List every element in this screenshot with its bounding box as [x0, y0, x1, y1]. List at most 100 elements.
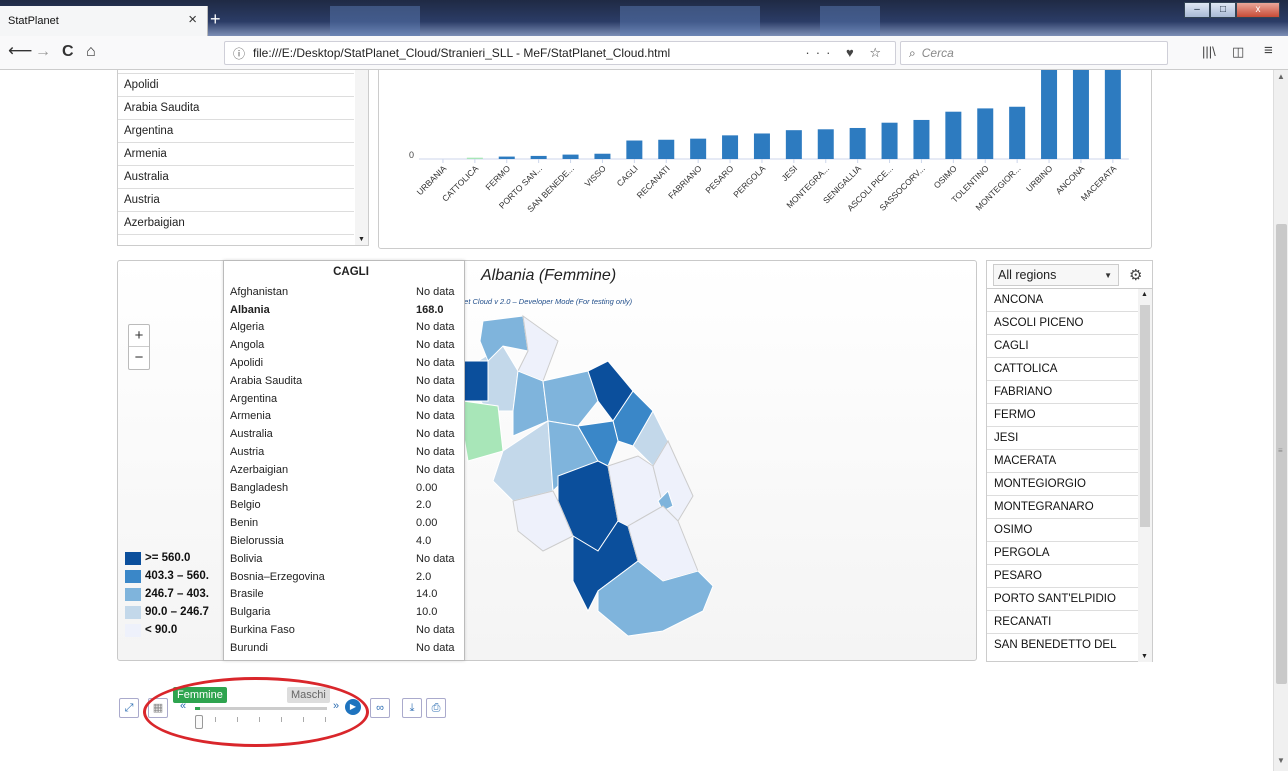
maximize-button[interactable]: □: [1210, 2, 1236, 18]
scrollbar-thumb[interactable]: [1140, 305, 1150, 527]
tooltip-row: Burkina Faso No data: [224, 621, 464, 639]
region-list-item[interactable]: CAGLI: [987, 335, 1139, 358]
scroll-down-icon[interactable]: ▼: [1141, 653, 1148, 660]
region-selector[interactable]: All regions ▼: [993, 263, 1119, 286]
y-tick-label: 0: [409, 150, 414, 160]
tooltip-row: Austria No data: [224, 443, 464, 461]
country-list-item[interactable]: Australia: [118, 166, 354, 189]
bar[interactable]: [913, 119, 930, 159]
home-button[interactable]: ⌂: [86, 43, 96, 61]
bar[interactable]: [722, 135, 739, 159]
tooltip-value: No data: [416, 410, 455, 423]
region-list-item[interactable]: PORTO SANT'ELPIDIO: [987, 588, 1139, 611]
tooltip-country: Angola: [230, 339, 265, 352]
page-scrollbar[interactable]: ▲ ≡ ▼: [1273, 70, 1288, 771]
country-list-item[interactable]: Apolidi: [118, 74, 354, 97]
region-list-item[interactable]: JESI: [987, 427, 1139, 450]
country-list-item[interactable]: Austria: [118, 189, 354, 212]
scroll-down-icon[interactable]: ▼: [358, 236, 365, 243]
sidebar-icon[interactable]: ◫: [1232, 44, 1244, 60]
url-bar[interactable]: ⓘ file:///E:/Desktop/StatPlanet_Cloud/St…: [224, 41, 896, 65]
bar[interactable]: [1041, 70, 1058, 159]
region-list-item[interactable]: ANCONA: [987, 289, 1139, 312]
bar[interactable]: [466, 157, 483, 159]
fullscreen-button[interactable]: ⤢: [119, 698, 139, 718]
scroll-up-icon[interactable]: ▲: [1141, 291, 1148, 298]
region-list-item[interactable]: PESARO: [987, 565, 1139, 588]
bar[interactable]: [594, 153, 611, 159]
scroll-down-icon[interactable]: ▼: [1277, 756, 1285, 765]
menu-icon[interactable]: ≡: [1264, 42, 1273, 59]
region-list-item[interactable]: SAN BENEDETTO DEL: [987, 634, 1139, 660]
x-tick-label: PESARO: [703, 163, 735, 195]
region-list-scrollbar[interactable]: ▲ ▼: [1138, 289, 1152, 662]
tooltip-value: 0.00: [416, 481, 438, 494]
country-list-item[interactable]: Armenia: [118, 143, 354, 166]
bar[interactable]: [1072, 70, 1089, 159]
bar-chart-svg: 0URBANIACATTOLICA FERMOPORTO SAN...SAN BE…: [409, 70, 1129, 214]
region-list-item[interactable]: CATTOLICA: [987, 358, 1139, 381]
legend-item: 403.3 – 560.: [125, 567, 235, 585]
region-list-item[interactable]: OSIMO: [987, 519, 1139, 542]
forward-button[interactable]: →: [35, 43, 51, 61]
legend-label: 246.7 – 403.: [145, 588, 209, 600]
reload-button[interactable]: C: [62, 43, 74, 61]
download-button[interactable]: ⤓: [402, 698, 422, 718]
bar[interactable]: [658, 139, 675, 159]
bar[interactable]: [881, 122, 898, 159]
tab-close-icon[interactable]: ×: [188, 12, 197, 27]
map-region[interactable]: [462, 400, 504, 462]
region-list-item[interactable]: MONTEGRANARO: [987, 496, 1139, 519]
bar[interactable]: [626, 140, 643, 159]
zoom-out-button[interactable]: −: [129, 347, 149, 369]
new-tab-button[interactable]: +: [210, 10, 221, 28]
tooltip-country: Brasile: [230, 588, 264, 601]
bar[interactable]: [753, 133, 770, 159]
map-region[interactable]: [492, 420, 554, 502]
tooltip-row: Arabia Saudita No data: [224, 372, 464, 390]
region-list-header: All regions ▼ ⚙: [987, 261, 1152, 289]
scroll-up-icon[interactable]: ▲: [1277, 72, 1285, 81]
region-list-item[interactable]: ASCOLI PICENO: [987, 312, 1139, 335]
bar[interactable]: [817, 129, 834, 159]
info-icon[interactable]: ⓘ: [233, 45, 245, 62]
search-input[interactable]: ⌕ Cerca: [900, 41, 1168, 65]
bar[interactable]: [1009, 106, 1026, 159]
bar[interactable]: [498, 156, 515, 159]
country-list-item[interactable]: Argentina: [118, 120, 354, 143]
tooltip-value: 0.00: [416, 517, 438, 530]
bar[interactable]: [1104, 70, 1121, 159]
browser-tab[interactable]: StatPlanet ×: [0, 6, 208, 36]
bar[interactable]: [977, 108, 994, 159]
page-actions-icons[interactable]: ··· ♥ ☆: [805, 45, 887, 61]
close-window-button[interactable]: x: [1236, 2, 1280, 18]
region-list-item[interactable]: FABRIANO: [987, 381, 1139, 404]
tooltip-value: 2.0: [416, 570, 432, 583]
bar[interactable]: [849, 127, 866, 159]
region-list-item[interactable]: MONTEGIORGIO: [987, 473, 1139, 496]
bar[interactable]: [785, 130, 802, 159]
region-list-item[interactable]: RECANATI: [987, 611, 1139, 634]
bar[interactable]: [690, 138, 707, 159]
minimize-button[interactable]: –: [1184, 2, 1210, 18]
tooltip-row: Bangladesh 0.00: [224, 479, 464, 497]
country-list-item[interactable]: Arabia Saudita: [118, 97, 354, 120]
bar[interactable]: [530, 155, 547, 159]
zoom-in-button[interactable]: +: [129, 325, 149, 347]
region-list-item[interactable]: FERMO: [987, 404, 1139, 427]
region-list-item[interactable]: PERGOLA: [987, 542, 1139, 565]
print-button[interactable]: ⎙: [426, 698, 446, 718]
gear-icon[interactable]: ⚙: [1129, 266, 1142, 284]
country-list-item[interactable]: Azerbaigian: [118, 212, 354, 235]
library-icon[interactable]: |||\: [1202, 44, 1216, 59]
back-button[interactable]: ⟵: [8, 41, 32, 61]
bar[interactable]: [945, 111, 962, 159]
tooltip-value: No data: [416, 641, 455, 654]
link-button[interactable]: ∞: [370, 698, 390, 718]
bar[interactable]: [562, 154, 579, 159]
tooltip-country: Bulgaria: [230, 606, 271, 619]
map-region[interactable]: [462, 360, 489, 402]
list-scrollbar[interactable]: ▼: [355, 70, 368, 245]
region-list-item[interactable]: MACERATA: [987, 450, 1139, 473]
map-region[interactable]: [542, 370, 599, 427]
